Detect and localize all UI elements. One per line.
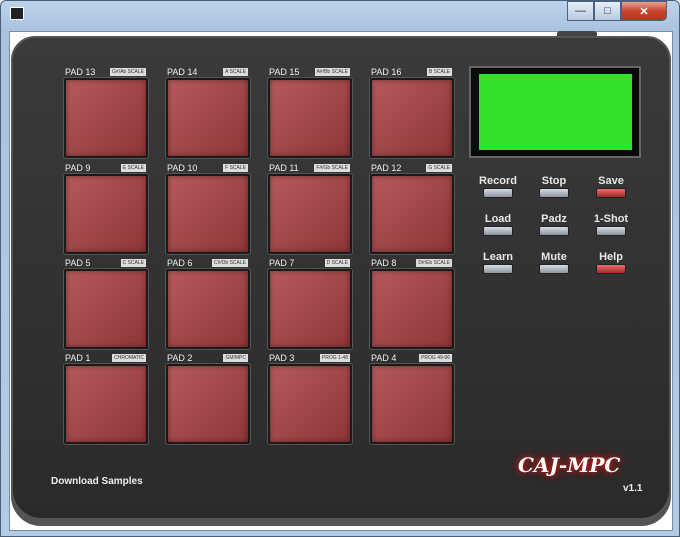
lcd-screen	[479, 74, 632, 150]
minimize-button[interactable]: —	[567, 1, 594, 21]
pad-label: PAD 5	[65, 258, 91, 268]
pad-label: PAD 11	[269, 163, 299, 173]
mute-button[interactable]	[539, 264, 569, 274]
button-label: Load	[484, 213, 512, 225]
padz-button[interactable]	[539, 226, 569, 236]
pad-scale-label: F#/Gb SCALE	[314, 164, 350, 172]
pad-label: PAD 12	[371, 163, 402, 173]
pad-6[interactable]	[166, 269, 250, 349]
save-button[interactable]	[596, 188, 626, 198]
pad-scale-label: F SCALE	[223, 164, 248, 172]
pad-16[interactable]	[370, 78, 454, 158]
help-button[interactable]	[596, 264, 626, 274]
record-button[interactable]	[483, 188, 513, 198]
pad-14[interactable]	[166, 78, 250, 158]
pad-1[interactable]	[64, 364, 148, 444]
app-icon[interactable]	[10, 7, 24, 20]
button-label: Learn	[483, 251, 513, 263]
logo: CAJ-MPC	[518, 453, 621, 477]
button-label: Mute	[541, 251, 567, 263]
load-button[interactable]	[483, 226, 513, 236]
version-label: v1.1	[623, 483, 643, 494]
pad-label: PAD 9	[65, 163, 91, 173]
pad-label: PAD 7	[269, 258, 295, 268]
lcd-frame	[469, 66, 641, 158]
pad-label: PAD 14	[167, 67, 198, 77]
stop-button[interactable]	[539, 188, 569, 198]
pad-scale-label: D SCALE	[324, 259, 350, 267]
close-button[interactable]: ✕	[621, 1, 667, 21]
maximize-button[interactable]: □	[594, 1, 621, 21]
pad-scale-label: A SCALE	[223, 68, 248, 76]
app-window: — □ ✕ PAD 13 G#/Ab SCALE PAD 14 A SCALE PAD …	[0, 0, 680, 537]
pad-scale-label: A#/Bb SCALE	[314, 68, 350, 76]
button-label: Save	[598, 175, 624, 187]
pad-12[interactable]	[370, 174, 454, 254]
pad-scale-label: D#/Eb SCALE	[416, 259, 452, 267]
pad-9[interactable]	[64, 174, 148, 254]
pad-scale-label: B SCALE	[426, 68, 452, 76]
pad-scale-label: C SCALE	[120, 259, 146, 267]
pad-label: PAD 16	[371, 67, 402, 77]
button-label: Stop	[541, 175, 567, 187]
pad-13[interactable]	[64, 78, 148, 158]
pad-scale-label: GM/MPC	[223, 354, 248, 362]
pad-2[interactable]	[166, 364, 250, 444]
pad-10[interactable]	[166, 174, 250, 254]
pad-label: PAD 6	[167, 258, 193, 268]
pad-3[interactable]	[268, 364, 352, 444]
pad-label: PAD 8	[371, 258, 397, 268]
pad-scale-label: C#/Db SCALE	[212, 259, 248, 267]
pad-label: PAD 1	[65, 353, 91, 363]
pad-label: PAD 13	[65, 67, 96, 77]
button-label: Record	[479, 175, 517, 187]
pad-8[interactable]	[370, 269, 454, 349]
button-label: 1-Shot	[593, 213, 629, 225]
pad-scale-label: G SCALE	[426, 164, 452, 172]
pad-scale-label: G#/Ab SCALE	[110, 68, 146, 76]
learn-button[interactable]	[483, 264, 513, 274]
pad-label: PAD 15	[269, 67, 300, 77]
button-label: Help	[599, 251, 623, 263]
pad-7[interactable]	[268, 269, 352, 349]
pad-11[interactable]	[268, 174, 352, 254]
pad-scale-label: CHROMATIC	[112, 354, 146, 362]
pad-5[interactable]	[64, 269, 148, 349]
button-label: Padz	[541, 213, 567, 225]
pad-label: PAD 3	[269, 353, 295, 363]
pad-label: PAD 4	[371, 353, 397, 363]
download-samples-link[interactable]: Download Samples	[51, 476, 143, 487]
pad-15[interactable]	[268, 78, 352, 158]
pad-scale-label: E SCALE	[120, 164, 146, 172]
pad-label: PAD 10	[167, 163, 198, 173]
1-shot-button[interactable]	[596, 226, 626, 236]
pad-scale-label: PROG 1-48	[319, 354, 350, 362]
pad-4[interactable]	[370, 364, 454, 444]
pad-scale-label: PROG 49-96	[419, 354, 452, 362]
pad-label: PAD 2	[167, 353, 193, 363]
